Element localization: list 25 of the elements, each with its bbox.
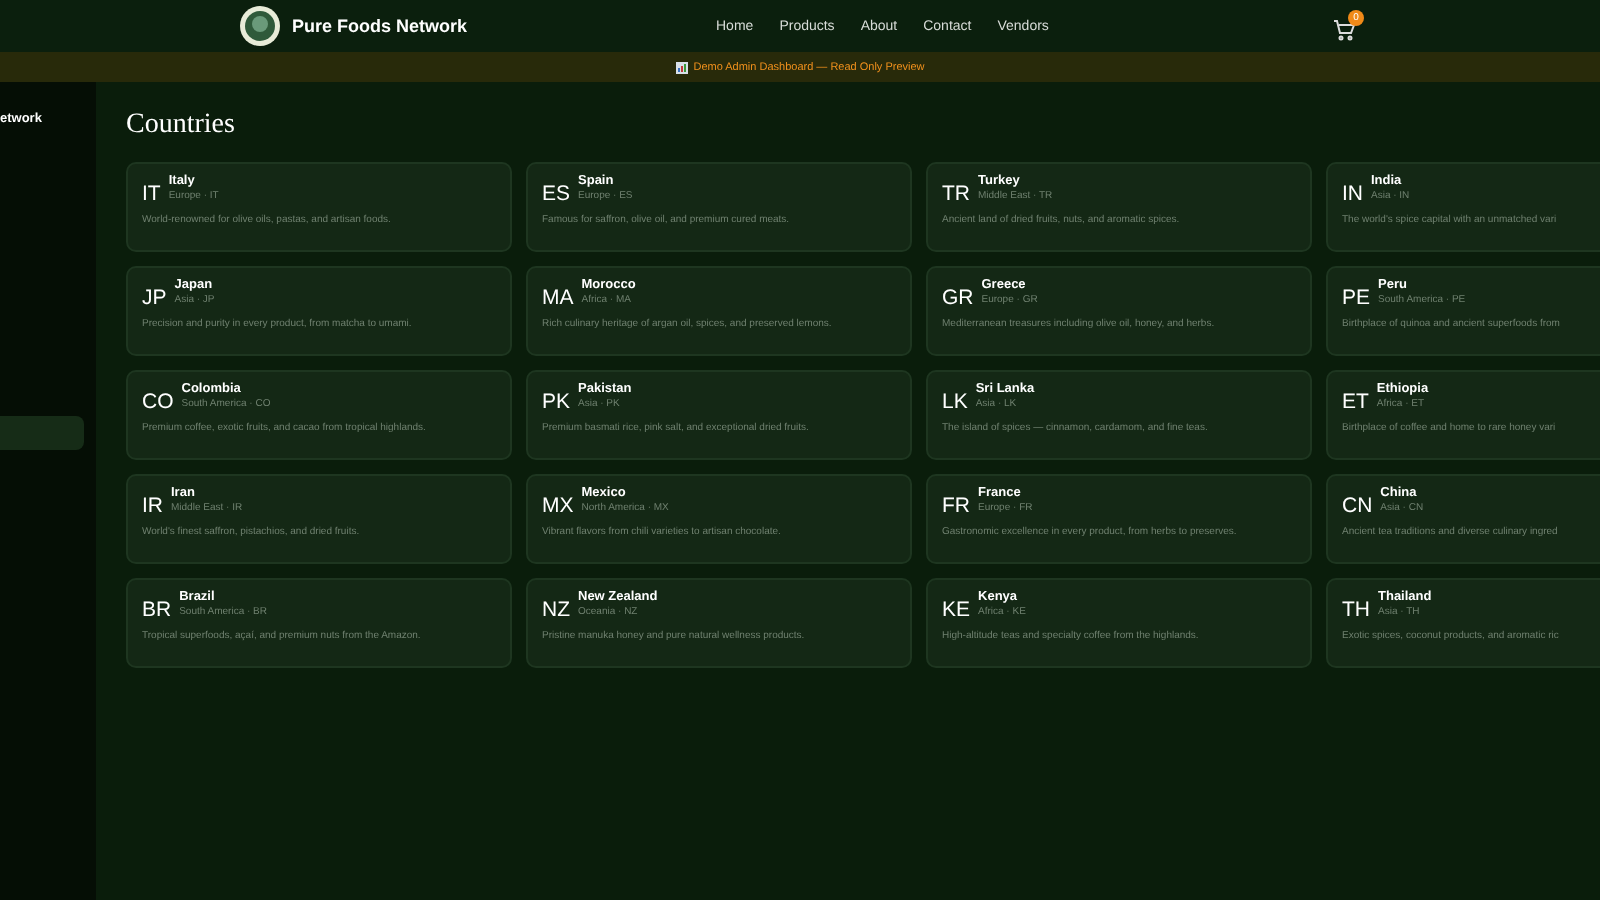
country-code: TH — [1342, 598, 1370, 622]
country-code: ES — [542, 182, 571, 206]
country-code: ET — [1342, 390, 1369, 414]
country-code: BR — [142, 598, 172, 622]
country-code: CO — [142, 390, 174, 414]
country-code: TR — [942, 182, 970, 206]
chart-icon — [675, 61, 688, 73]
page-title: Countries — [126, 110, 237, 142]
country-code: IR — [142, 494, 163, 518]
brand-name[interactable]: Pure Foods Network — [292, 16, 468, 36]
logo-icon — [240, 6, 280, 46]
country-code: MA — [542, 286, 574, 310]
country-code: IN — [1342, 182, 1363, 206]
country-code: KE — [942, 598, 971, 622]
country-code: PE — [1342, 286, 1371, 310]
country-code: PK — [542, 390, 571, 414]
country-code: NZ — [542, 598, 570, 622]
cart-icon[interactable] — [1332, 18, 1356, 42]
country-code: CN — [1342, 494, 1373, 518]
country-code: IT — [142, 182, 161, 206]
country-code: FR — [942, 494, 970, 518]
country-code: LK — [942, 390, 968, 414]
country-code: GR — [942, 286, 974, 310]
country-code: MX — [542, 494, 574, 518]
country-code: JP — [142, 286, 167, 310]
